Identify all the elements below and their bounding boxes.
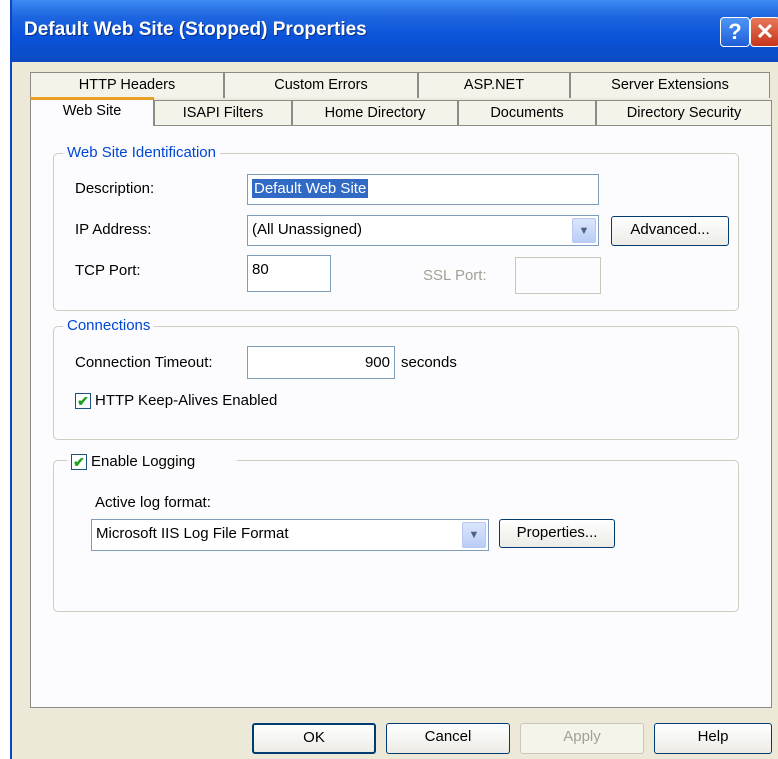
tab-label: Server Extensions: [611, 77, 729, 93]
tab-label: Documents: [490, 105, 564, 121]
connection-timeout-label: Connection Timeout:: [75, 354, 213, 371]
tcp-port-label: TCP Port:: [75, 262, 141, 279]
chevron-down-icon[interactable]: ▼: [572, 218, 596, 243]
log-properties-button-label: Properties...: [516, 524, 598, 541]
description-label: Description:: [75, 180, 155, 197]
enable-logging-legend: ✔ Enable Logging: [67, 452, 237, 472]
apply-button[interactable]: Apply: [520, 723, 644, 754]
tab-asp-net[interactable]: ASP.NET: [418, 72, 570, 98]
ssl-port-label: SSL Port:: [423, 267, 487, 284]
log-format-select[interactable]: Microsoft IIS Log File Format ▼: [91, 519, 489, 551]
properties-dialog: Default Web Site (Stopped) Properties ? …: [10, 0, 778, 759]
tab-label: Directory Security: [626, 105, 742, 121]
seconds-label: seconds: [401, 354, 457, 371]
tcp-port-field[interactable]: 80: [247, 255, 331, 292]
help-title-button[interactable]: ?: [720, 17, 750, 47]
log-properties-button[interactable]: Properties...: [499, 519, 615, 548]
description-value: Default Web Site: [252, 179, 369, 198]
tab-label: ISAPI Filters: [182, 105, 264, 121]
description-field[interactable]: Default Web Site: [247, 174, 599, 205]
tab-web-site[interactable]: Web Site: [30, 97, 154, 126]
connection-timeout-field[interactable]: 900: [247, 346, 395, 379]
tab-label: ASP.NET: [463, 77, 525, 93]
window-title: Default Web Site (Stopped) Properties: [24, 19, 367, 40]
close-icon: ✕: [755, 19, 775, 44]
tab-documents[interactable]: Documents: [458, 100, 596, 126]
web-site-tab-panel: Web Site Identification Description: Def…: [30, 125, 772, 708]
ip-address-value: (All Unassigned): [252, 221, 363, 238]
enable-logging-checkbox[interactable]: ✔: [71, 454, 87, 470]
cancel-button[interactable]: Cancel: [386, 723, 510, 754]
apply-button-label: Apply: [563, 728, 601, 745]
connections-group: [53, 326, 739, 440]
advanced-button-label: Advanced...: [630, 221, 710, 238]
tab-directory-security[interactable]: Directory Security: [596, 100, 772, 126]
ip-address-label: IP Address:: [75, 221, 152, 238]
tcp-port-value: 80: [252, 261, 269, 278]
tab-label: Web Site: [62, 103, 122, 119]
tab-server-extensions[interactable]: Server Extensions: [570, 72, 770, 98]
check-icon: ✔: [73, 454, 85, 470]
connection-timeout-value: 900: [364, 354, 390, 371]
ok-button-label: OK: [303, 729, 325, 746]
cancel-button-label: Cancel: [424, 728, 472, 745]
connections-legend: Connections: [63, 317, 155, 335]
ip-address-select[interactable]: (All Unassigned) ▼: [247, 215, 599, 246]
chevron-down-icon[interactable]: ▼: [462, 522, 486, 548]
title-bar[interactable]: Default Web Site (Stopped) Properties ? …: [12, 0, 778, 62]
tab-home-directory[interactable]: Home Directory: [292, 100, 458, 126]
question-mark-icon: ?: [728, 19, 742, 44]
keep-alives-checkbox[interactable]: ✔: [75, 393, 91, 409]
check-icon: ✔: [77, 393, 89, 409]
log-format-value: Microsoft IIS Log File Format: [96, 525, 289, 542]
close-button[interactable]: ✕: [750, 17, 778, 47]
help-button[interactable]: Help: [654, 723, 772, 754]
web-site-identification-legend: Web Site Identification: [63, 144, 220, 162]
tab-label: HTTP Headers: [78, 77, 176, 93]
active-log-format-label: Active log format:: [95, 494, 211, 511]
enable-logging-label[interactable]: Enable Logging: [91, 453, 195, 471]
help-button-label: Help: [697, 728, 729, 745]
tab-label: Custom Errors: [274, 77, 368, 93]
tab-http-headers[interactable]: HTTP Headers: [30, 72, 224, 98]
ssl-port-field[interactable]: [515, 257, 601, 294]
tab-isapi-filters[interactable]: ISAPI Filters: [154, 100, 292, 126]
advanced-button[interactable]: Advanced...: [611, 216, 729, 246]
tab-custom-errors[interactable]: Custom Errors: [224, 72, 418, 98]
keep-alives-label[interactable]: HTTP Keep-Alives Enabled: [95, 392, 277, 409]
tab-label: Home Directory: [324, 105, 426, 121]
ok-button[interactable]: OK: [252, 723, 376, 754]
